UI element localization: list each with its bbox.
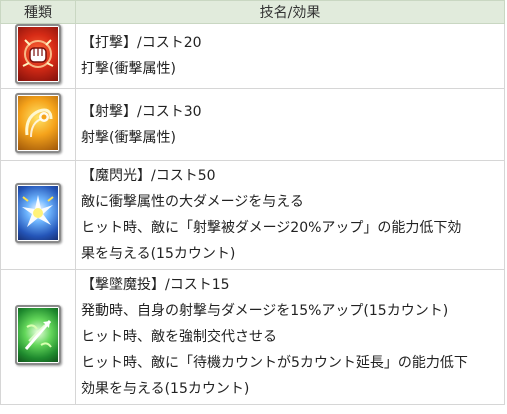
table-row: 【射撃】/コスト30 射撃(衝撃属性)	[0, 88, 505, 161]
type-cell	[0, 23, 76, 89]
magic-flash-icon	[15, 183, 61, 243]
table-row: 【打撃】/コスト20 打撃(衝撃属性)	[0, 23, 505, 89]
table-row: 【魔閃光】/コスト50 敵に衝撃属性の大ダメージを与える ヒット時、敵に「射撃被…	[0, 160, 505, 270]
effect-line: 敵に衝撃属性の大ダメージを与える	[81, 194, 304, 210]
table-row: 【撃墜魔投】/コスト15 発動時、自身の射撃与ダメージを15%アップ(15カウン…	[0, 269, 505, 405]
effect-line: 果を与える(15カウント)	[81, 246, 236, 262]
header-skill-effect: 技名/効果	[75, 0, 505, 24]
type-cell	[0, 160, 76, 270]
skill-effect-cell: 【射撃】/コスト30 射撃(衝撃属性)	[75, 88, 505, 161]
type-cell	[0, 269, 76, 405]
skill-name-cost: 【撃墜魔投】/コスト15	[81, 277, 230, 293]
effect-line: 射撃(衝撃属性)	[81, 129, 176, 146]
skill-name-cost: 【打撃】/コスト20	[81, 35, 202, 51]
header-type: 種類	[0, 0, 76, 24]
effect-line: ヒット時、敵を強制交代させる	[81, 329, 277, 345]
effect-line: ヒット時、敵に「待機カウントが5カウント延長」の能力低下	[81, 355, 468, 371]
skill-table: 種類 技名/効果 【打撃】/コスト20 打撃(衝撃属性) 【射撃】/コスト30 …	[0, 0, 505, 405]
effect-line: 発動時、自身の射撃与ダメージを15%アップ(15カウント)	[81, 303, 449, 319]
effect-line: 効果を与える(15カウント)	[81, 381, 250, 397]
effect-line: ヒット時、敵に「射撃被ダメージ20%アップ」の能力低下効	[81, 220, 462, 236]
effect-line: 打撃(衝撃属性)	[81, 61, 176, 77]
shot-swirl-icon	[15, 92, 61, 153]
table-header-row: 種類 技名/効果	[0, 0, 505, 24]
fist-strike-icon	[15, 24, 61, 84]
type-cell	[0, 88, 76, 161]
skill-effect-cell: 【撃墜魔投】/コスト15 発動時、自身の射撃与ダメージを15%アップ(15カウン…	[75, 269, 505, 405]
crash-magic-throw-icon	[15, 305, 61, 365]
skill-effect-cell: 【打撃】/コスト20 打撃(衝撃属性)	[75, 23, 505, 89]
skill-name-cost: 【射撃】/コスト30	[81, 103, 202, 120]
skill-name-cost: 【魔閃光】/コスト50	[81, 168, 216, 184]
skill-effect-cell: 【魔閃光】/コスト50 敵に衝撃属性の大ダメージを与える ヒット時、敵に「射撃被…	[75, 160, 505, 270]
